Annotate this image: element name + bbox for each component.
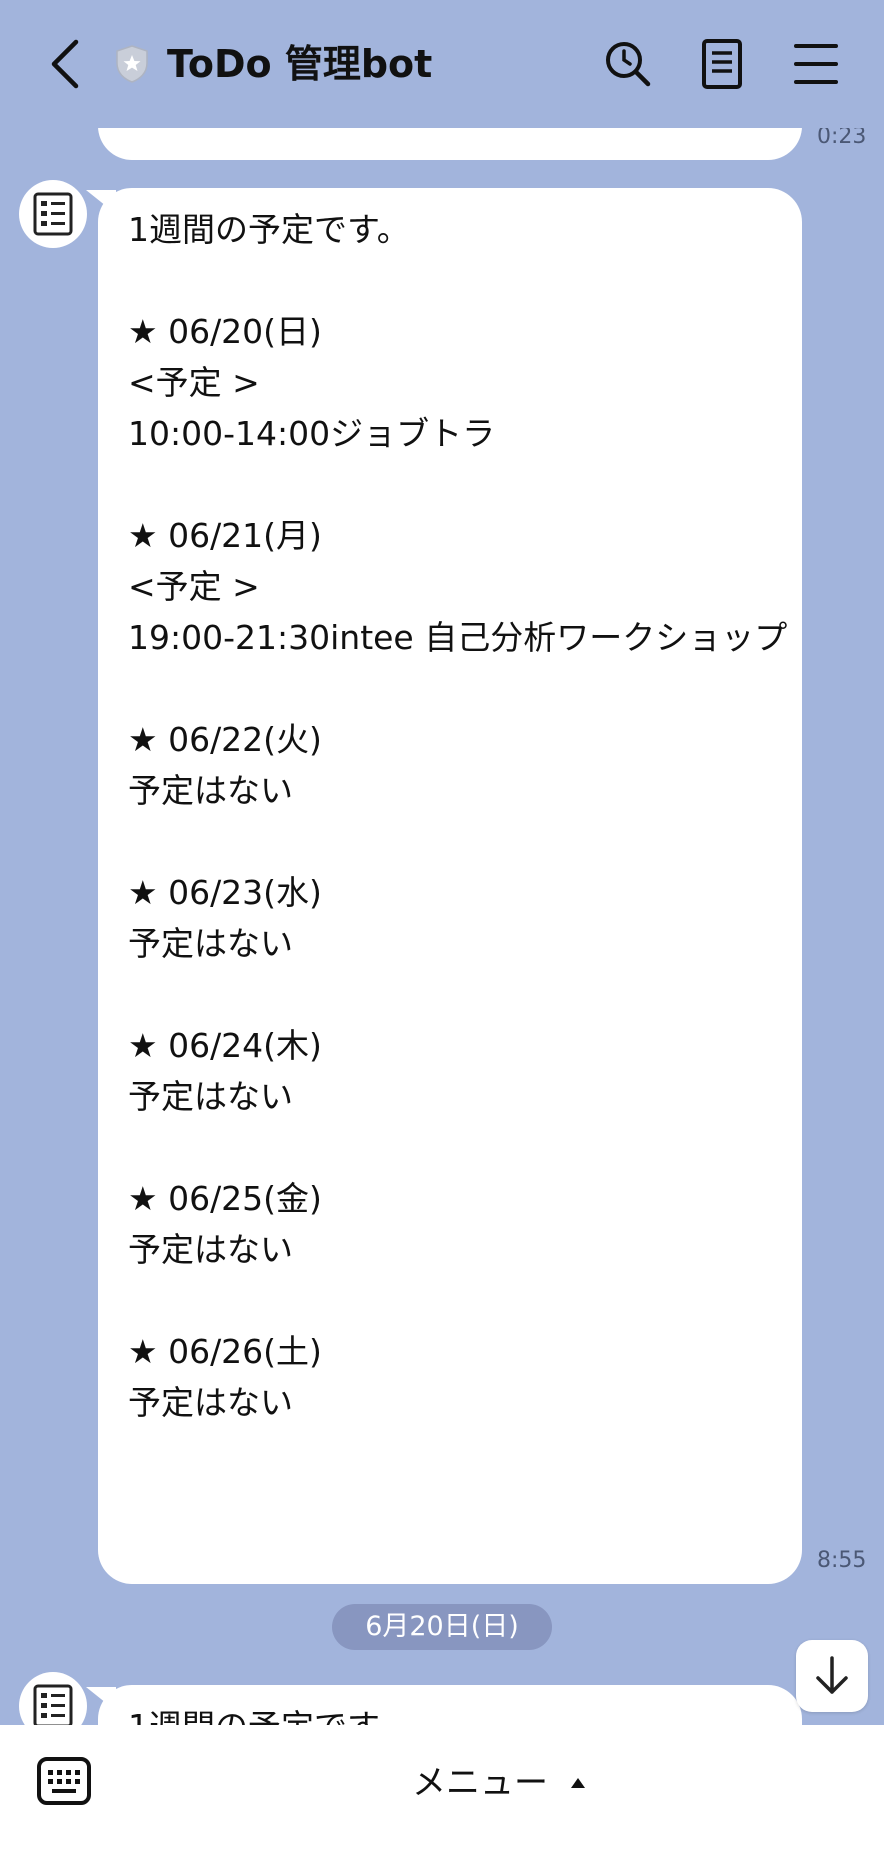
back-icon[interactable] [44,36,88,92]
search-icon[interactable] [600,36,656,92]
checklist-icon [33,1684,73,1725]
menu-toggle-button[interactable]: メニュー [412,1759,548,1807]
chat-area[interactable]: 0:23 1週間の予定です。 ★ 06/20(日) <予定 > 10:00-14… [0,0,884,1725]
chat-header: ToDo 管理bot [0,0,884,128]
message-bubble[interactable]: 1週間の予定です。 ★ 06/20(日) <予定 > 10:00-14:00ジョ… [98,188,802,1584]
next-message-bubble[interactable]: 1週間の予定です。 [98,1685,802,1725]
notes-icon[interactable] [694,36,750,92]
bottom-bar: メニュー [0,1725,884,1851]
checklist-icon [33,192,73,236]
scroll-to-bottom-button[interactable] [796,1640,868,1712]
message-text: 1週間の予定です。 ★ 06/20(日) <予定 > 10:00-14:00ジョ… [128,210,788,1422]
next-message-text: 1週間の予定です。 [128,1701,788,1725]
caret-up-icon[interactable] [571,1778,585,1788]
bot-avatar[interactable] [19,1672,87,1725]
chat-title: ToDo 管理bot [167,42,433,86]
message-time: 8:55 [817,1548,867,1573]
shield-icon [116,45,148,83]
date-separator: 6月20日(日) [332,1604,552,1650]
bot-avatar[interactable] [19,180,87,248]
keyboard-icon[interactable] [36,1755,92,1807]
menu-icon[interactable] [788,36,844,92]
arrow-down-icon [816,1656,848,1694]
